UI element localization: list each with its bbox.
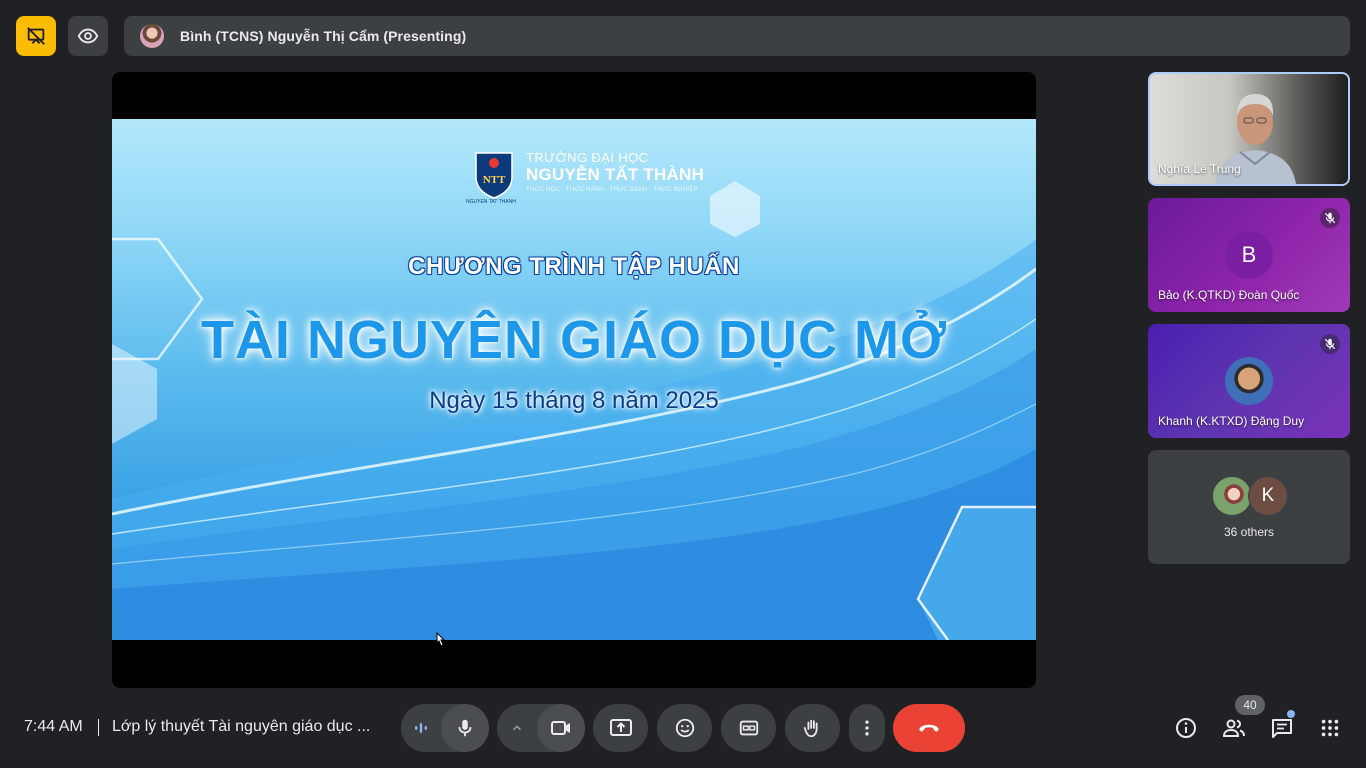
school-tagline: THỰC HỌC · THỰC HÀNH · THỰC DANH · THỰC … [526, 187, 698, 193]
eye-icon [77, 28, 99, 44]
avatar: B [1225, 231, 1273, 279]
videocam-icon [551, 721, 570, 735]
leave-call-button[interactable] [893, 704, 965, 752]
reactions-button[interactable] [657, 704, 712, 752]
meeting-details-button[interactable] [1170, 712, 1202, 744]
audio-level-icon [415, 723, 427, 733]
chat-icon [1272, 719, 1292, 738]
crest-initials: NTT [483, 174, 506, 186]
muted-indicator [1320, 208, 1340, 228]
view-button[interactable] [68, 16, 108, 56]
crest-caption: NGUYEN TAT THANH [466, 199, 516, 205]
captions-button[interactable] [721, 704, 776, 752]
avatar [1212, 476, 1252, 516]
presentation-hide-icon [27, 27, 45, 45]
participant-tile-video[interactable]: Nghĩa Lê Trung [1148, 72, 1350, 186]
participant-name: Nghĩa Lê Trung [1158, 162, 1241, 176]
school-top-label: TRƯỜNG ĐẠI HỌC [526, 150, 649, 165]
presenter-avatar [140, 24, 164, 48]
slide-title: TÀI NGUYÊN GIÁO DỤC MỞ [200, 310, 948, 370]
raise-hand-icon [803, 719, 818, 738]
school-name: NGUYỄN TẤT THÀNH [526, 165, 704, 184]
mic-button[interactable] [441, 704, 489, 752]
school-text: TRƯỜNG ĐẠI HỌC NGUYỄN TẤT THÀNH THỰC HỌC… [526, 151, 704, 195]
emoji-icon [675, 718, 694, 738]
people-icon [1222, 719, 1245, 737]
chevron-up-icon [512, 725, 522, 731]
shared-slide: NTT TRƯỜNG ĐẠI HỌC NGUYỄN TẤT THÀNH THỰC… [112, 119, 1036, 640]
info-icon [1176, 718, 1196, 738]
call-end-icon [919, 724, 939, 732]
avatar: K [1248, 476, 1288, 516]
activities-button[interactable] [1314, 712, 1346, 744]
mic-icon [458, 719, 472, 737]
present-to-all-icon [609, 719, 632, 736]
avatar [1225, 357, 1273, 405]
others-count-label: 36 others [1223, 525, 1275, 539]
school-crest-icon: NTT [475, 152, 513, 199]
top-bar: Bình (TCNS) Nguyễn Thị Cẩm (Presenting) [16, 16, 1350, 56]
others-avatars: K [1212, 476, 1292, 518]
presentation-stage: NTT TRƯỜNG ĐẠI HỌC NGUYỄN TẤT THÀNH THỰC… [112, 72, 1036, 688]
participant-name: Khanh (K.KTXD) Đặng Duy [1158, 414, 1305, 428]
others-tile[interactable]: K 36 others [1148, 450, 1350, 564]
people-button[interactable] [1218, 712, 1250, 744]
mic-off-icon [1324, 212, 1336, 224]
slide-subtitle: CHƯƠNG TRÌNH TẬP HUẤN [408, 253, 740, 280]
audio-level-indicator [401, 704, 441, 752]
present-button[interactable] [593, 704, 648, 752]
camera-control-group [497, 704, 585, 752]
raise-hand-button[interactable] [785, 704, 840, 752]
mic-off-icon [1324, 338, 1336, 350]
school-logo: NTT TRƯỜNG ĐẠI HỌC NGUYỄN TẤT THÀNH THỰC… [466, 151, 704, 206]
meeting-time: 7:44 AM [24, 718, 83, 735]
presenter-bar[interactable]: Bình (TCNS) Nguyễn Thị Cẩm (Presenting) [124, 16, 1350, 56]
apps-icon [1321, 719, 1339, 737]
participant-tile[interactable]: B Bảo (K.QTKD) Đoàn Quốc [1148, 198, 1350, 312]
closed-caption-icon [739, 720, 758, 736]
mic-control-group [401, 704, 489, 752]
participant-tile[interactable]: Khanh (K.KTXD) Đặng Duy [1148, 324, 1350, 438]
divider [98, 719, 99, 736]
hide-presentation-button[interactable] [16, 16, 56, 56]
camera-button[interactable] [537, 704, 585, 752]
meeting-title: Lớp lý thuyết Tài nguyên giáo dục ... [112, 718, 371, 735]
more-vert-icon [865, 720, 869, 736]
participant-name: Bảo (K.QTKD) Đoàn Quốc [1158, 288, 1300, 302]
more-options-button[interactable] [849, 704, 885, 752]
mouse-cursor-icon [436, 632, 446, 647]
slide-date: Ngày 15 tháng 8 năm 2025 [429, 387, 719, 414]
muted-indicator [1320, 334, 1340, 354]
camera-options-button[interactable] [497, 704, 537, 752]
chat-notification-dot [1287, 710, 1295, 718]
presenter-label: Bình (TCNS) Nguyễn Thị Cẩm (Presenting) [180, 28, 467, 44]
